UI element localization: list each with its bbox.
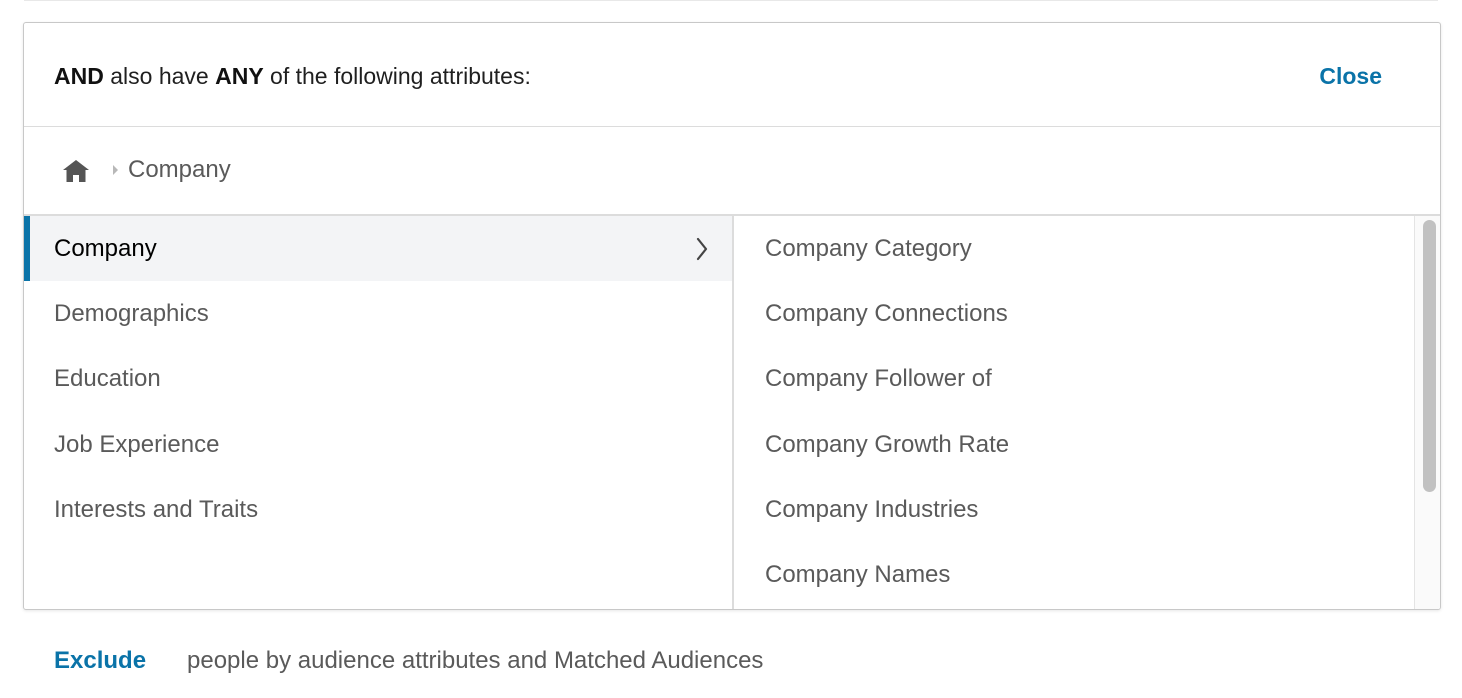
category-item-company[interactable]: Company <box>24 216 732 281</box>
subcategory-item-company-names[interactable]: Company Names <box>734 542 1414 607</box>
subcategory-item-company-connections[interactable]: Company Connections <box>734 281 1414 346</box>
subcategory-list: Company Category Company Connections Com… <box>734 216 1414 609</box>
category-item-education[interactable]: Education <box>24 346 732 411</box>
subcategory-item-label: Company Connections <box>765 300 1008 327</box>
top-divider <box>24 0 1438 1</box>
exclude-description: people by audience attributes and Matche… <box>187 647 764 674</box>
category-item-label: Education <box>54 365 161 392</box>
home-icon[interactable] <box>60 157 92 185</box>
title-tail: of the following attributes: <box>263 63 531 89</box>
category-item-demographics[interactable]: Demographics <box>24 281 732 346</box>
subcategory-item-label: Company Category <box>765 235 972 262</box>
scrollbar-thumb[interactable] <box>1423 220 1436 492</box>
subcategory-item-company-growth-rate[interactable]: Company Growth Rate <box>734 412 1414 477</box>
title-any: ANY <box>215 63 264 89</box>
breadcrumb: Company <box>24 127 1440 216</box>
subcategory-item-company-follower-of[interactable]: Company Follower of <box>734 346 1414 411</box>
subcategory-item-label: Company Growth Rate <box>765 431 1010 458</box>
chevron-right-icon <box>113 165 118 175</box>
subcategory-item-label: Company Industries <box>765 496 979 523</box>
category-item-label: Interests and Traits <box>54 496 259 523</box>
attribute-picker-panel: AND also have ANY of the following attri… <box>23 22 1441 610</box>
subcategory-scrollbar[interactable] <box>1414 216 1440 609</box>
category-item-label: Company <box>54 235 157 262</box>
panel-title: AND also have ANY of the following attri… <box>54 62 531 90</box>
category-item-label: Demographics <box>54 300 209 327</box>
category-item-interests-and-traits[interactable]: Interests and Traits <box>24 477 732 542</box>
title-and: AND <box>54 63 104 89</box>
subcategory-item-company-category[interactable]: Company Category <box>734 216 1414 281</box>
subcategory-item-label: Company Names <box>765 561 951 588</box>
close-button[interactable]: Close <box>1319 62 1382 90</box>
chevron-right-icon <box>696 237 708 261</box>
category-item-job-experience[interactable]: Job Experience <box>24 412 732 477</box>
category-list: Company Demographics Education Job Exper… <box>24 216 734 609</box>
subcategory-item-label: Company Follower of <box>765 365 992 392</box>
panel-header: AND also have ANY of the following attri… <box>24 23 1440 127</box>
title-mid: also have <box>103 63 216 89</box>
exclude-link[interactable]: Exclude <box>54 645 146 677</box>
category-item-label: Job Experience <box>54 431 220 458</box>
subcategory-item-company-industries[interactable]: Company Industries <box>734 477 1414 542</box>
breadcrumb-current: Company <box>128 156 231 183</box>
